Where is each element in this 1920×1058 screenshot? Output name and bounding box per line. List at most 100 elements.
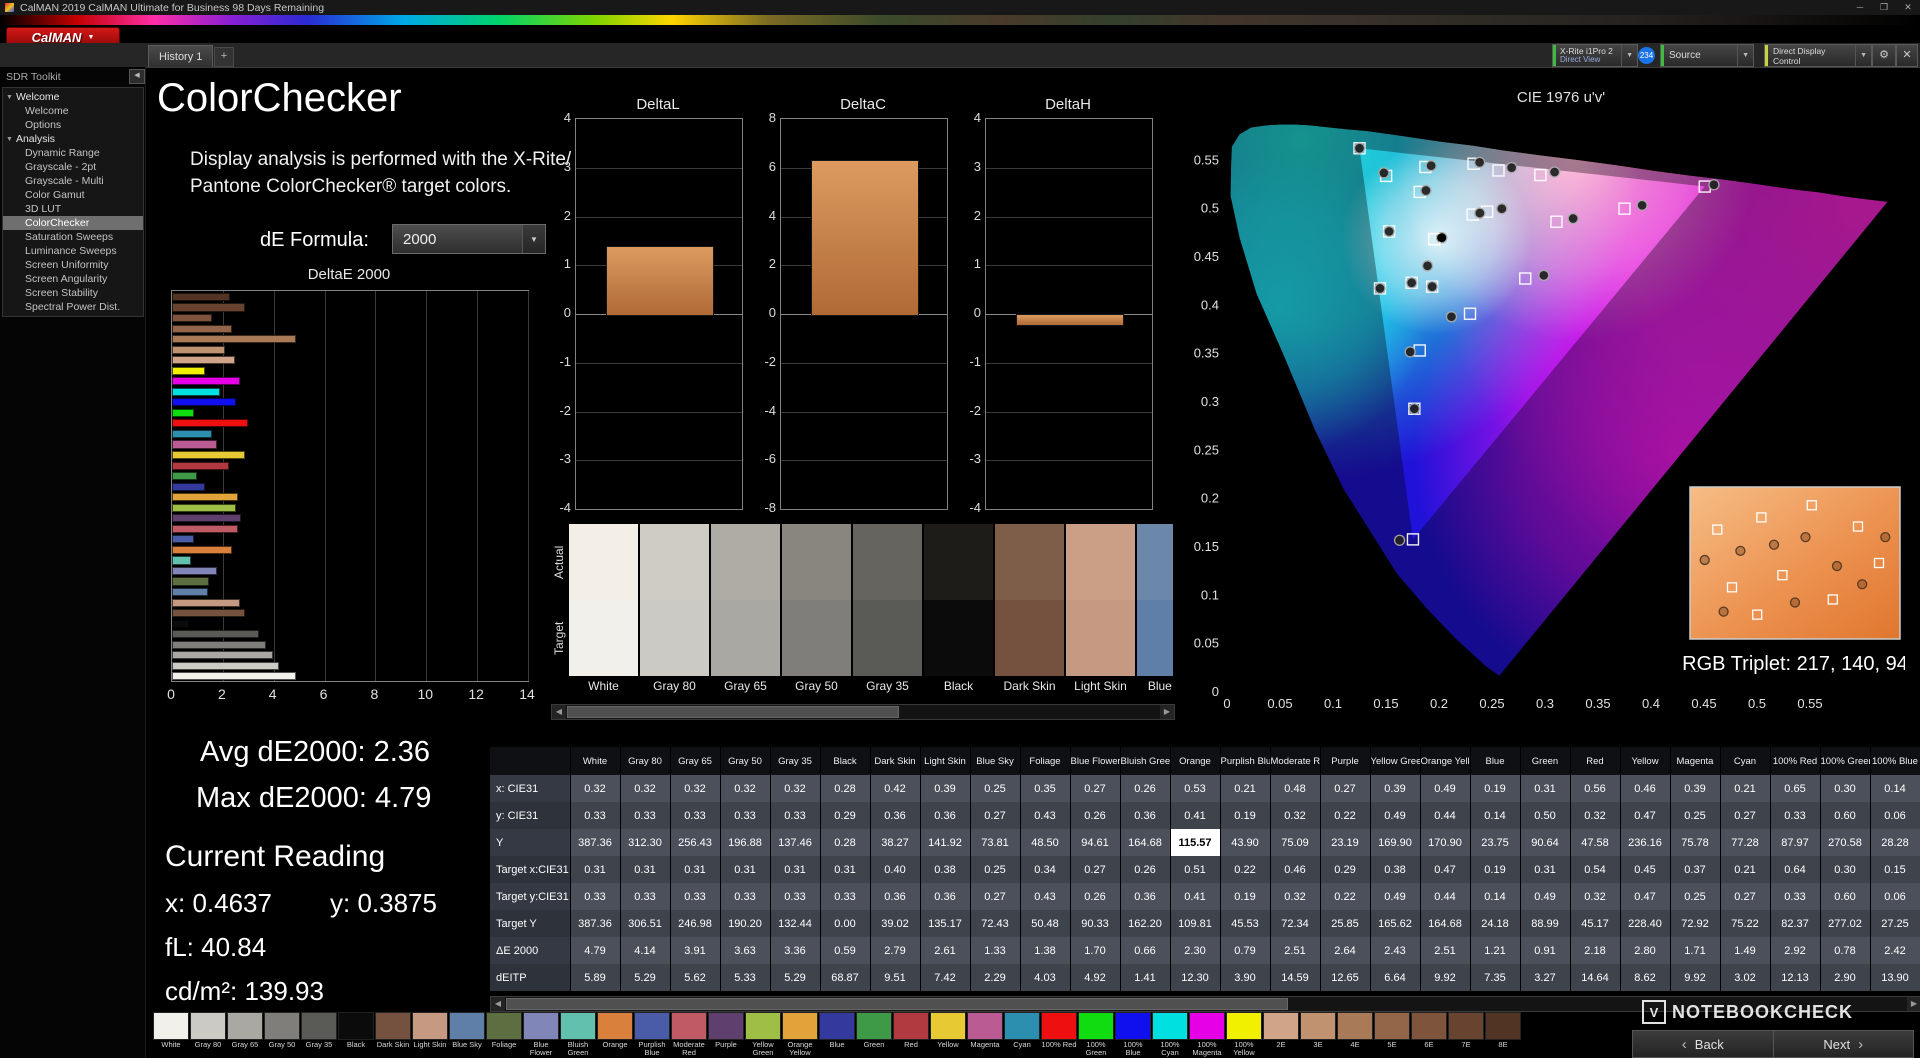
- cell-100-green-target-x-cie31[interactable]: 0.30: [1820, 856, 1871, 883]
- cell-blue-y[interactable]: 23.75: [1470, 829, 1521, 856]
- cell-white-target-y[interactable]: 387.36: [570, 910, 621, 937]
- meter-dropdown[interactable]: X-Rite i1Pro 2 Direct View ▼: [1552, 44, 1638, 67]
- cell-gray-50-target-x-cie31[interactable]: 0.31: [720, 856, 771, 883]
- cell-orange-yellow-y-cie31[interactable]: 0.44: [1420, 802, 1471, 829]
- cell-moderate-red-target-y[interactable]: 72.34: [1270, 910, 1321, 937]
- scrollbar-handle[interactable]: [506, 998, 1288, 1010]
- cell-foliage-y-cie31[interactable]: 0.43: [1020, 802, 1071, 829]
- sidebar-item-grayscale-multi[interactable]: Grayscale - Multi: [3, 174, 143, 188]
- cell-green-target-x-cie31[interactable]: 0.31: [1520, 856, 1571, 883]
- cell-blue-target-y[interactable]: 24.18: [1470, 910, 1521, 937]
- column-header-red[interactable]: Red: [1570, 747, 1621, 775]
- column-header-moderate-red[interactable]: Moderate Red: [1270, 747, 1321, 775]
- cell-moderate-red-target-x-cie31[interactable]: 0.46: [1270, 856, 1321, 883]
- scroll-right-icon[interactable]: ▶: [1160, 705, 1174, 719]
- cell-orange-y-cie31[interactable]: 0.41: [1170, 802, 1221, 829]
- cell-100-blue-target-x-cie31[interactable]: 0.15: [1870, 856, 1920, 883]
- cell-gray-65-e-2000[interactable]: 3.91: [670, 937, 721, 964]
- cell-gray-80-deitp[interactable]: 5.29: [620, 964, 671, 991]
- column-header-blue[interactable]: Blue: [1470, 747, 1521, 775]
- swatch-gray-80[interactable]: Gray 80: [640, 524, 709, 700]
- cell-red-e-2000[interactable]: 2.18: [1570, 937, 1621, 964]
- column-header-purplish-blue[interactable]: Purplish Blue: [1220, 747, 1271, 775]
- strip-swatch-100-magenta[interactable]: 100% Magenta: [1189, 1012, 1225, 1058]
- sidebar-group-analysis[interactable]: ▼ Analysis: [3, 132, 143, 146]
- cell-cyan-deitp[interactable]: 3.02: [1720, 964, 1771, 991]
- cell-white-y-cie31[interactable]: 0.33: [570, 802, 621, 829]
- column-header-100-blue[interactable]: 100% Blue: [1870, 747, 1920, 775]
- cell-blue-sky-target-y[interactable]: 72.43: [970, 910, 1021, 937]
- sidebar-item-screen-stability[interactable]: Screen Stability: [3, 286, 143, 300]
- cell-blue-sky-target-x-cie31[interactable]: 0.25: [970, 856, 1021, 883]
- cell-magenta-target-y-cie31[interactable]: 0.25: [1670, 883, 1721, 910]
- minimize-icon[interactable]: ─: [1848, 0, 1872, 15]
- cell-green-y[interactable]: 90.64: [1520, 829, 1571, 856]
- strip-swatch-white[interactable]: White: [153, 1012, 189, 1058]
- column-header-black[interactable]: Black: [820, 747, 871, 775]
- swatch-blue-sky[interactable]: Blue Sky: [1137, 524, 1173, 700]
- cell-gray-80-e-2000[interactable]: 4.14: [620, 937, 671, 964]
- cell-100-red-x-cie31[interactable]: 0.65: [1770, 775, 1821, 802]
- cell-moderate-red-deitp[interactable]: 14.59: [1270, 964, 1321, 991]
- cell-gray-65-x-cie31[interactable]: 0.32: [670, 775, 721, 802]
- strip-swatch-magenta[interactable]: Magenta: [967, 1012, 1003, 1058]
- cell-yellow-target-y-cie31[interactable]: 0.47: [1620, 883, 1671, 910]
- cell-moderate-red-x-cie31[interactable]: 0.48: [1270, 775, 1321, 802]
- column-header-100-red[interactable]: 100% Red: [1770, 747, 1821, 775]
- sidebar-item-screen-angularity[interactable]: Screen Angularity: [3, 272, 143, 286]
- cell-light-skin-e-2000[interactable]: 2.61: [920, 937, 971, 964]
- strip-swatch-7e[interactable]: 7E: [1448, 1012, 1484, 1058]
- cell-100-green-y-cie31[interactable]: 0.60: [1820, 802, 1871, 829]
- cell-foliage-target-y[interactable]: 50.48: [1020, 910, 1071, 937]
- cell-purple-e-2000[interactable]: 2.64: [1320, 937, 1371, 964]
- cell-magenta-target-y[interactable]: 72.92: [1670, 910, 1721, 937]
- strip-swatch-100-cyan[interactable]: 100% Cyan: [1152, 1012, 1188, 1058]
- cell-black-e-2000[interactable]: 0.59: [820, 937, 871, 964]
- cell-100-blue-target-y-cie31[interactable]: 0.06: [1870, 883, 1920, 910]
- maximize-icon[interactable]: ❐: [1872, 0, 1896, 15]
- cell-orange-target-y[interactable]: 109.81: [1170, 910, 1221, 937]
- cell-orange-yellow-deitp[interactable]: 9.92: [1420, 964, 1471, 991]
- strip-swatch-foliage[interactable]: Foliage: [486, 1012, 522, 1058]
- strip-swatch-gray-50[interactable]: Gray 50: [264, 1012, 300, 1058]
- column-header-orange-yellow[interactable]: Orange Yellow: [1420, 747, 1471, 775]
- column-header-100-green[interactable]: 100% Green: [1820, 747, 1871, 775]
- cell-light-skin-x-cie31[interactable]: 0.39: [920, 775, 971, 802]
- cell-gray-80-target-x-cie31[interactable]: 0.31: [620, 856, 671, 883]
- cell-orange-yellow-y[interactable]: 170.90: [1420, 829, 1471, 856]
- cell-black-target-x-cie31[interactable]: 0.31: [820, 856, 871, 883]
- column-header-purple[interactable]: Purple: [1320, 747, 1371, 775]
- cell-100-red-y[interactable]: 87.97: [1770, 829, 1821, 856]
- cell-magenta-e-2000[interactable]: 1.71: [1670, 937, 1721, 964]
- cell-yellow-green-e-2000[interactable]: 2.43: [1370, 937, 1421, 964]
- cell-red-target-y[interactable]: 45.17: [1570, 910, 1621, 937]
- cell-cyan-y-cie31[interactable]: 0.27: [1720, 802, 1771, 829]
- source-dropdown[interactable]: Source ▼: [1660, 44, 1754, 67]
- cell-gray-65-target-y[interactable]: 246.98: [670, 910, 721, 937]
- cell-light-skin-target-x-cie31[interactable]: 0.38: [920, 856, 971, 883]
- swatch-white[interactable]: White: [569, 524, 638, 700]
- cell-light-skin-target-y-cie31[interactable]: 0.36: [920, 883, 971, 910]
- strip-swatch-red[interactable]: Red: [893, 1012, 929, 1058]
- swatch-scrollbar[interactable]: ◀ ▶: [551, 704, 1175, 720]
- cell-100-green-target-y-cie31[interactable]: 0.60: [1820, 883, 1871, 910]
- strip-swatch-blue[interactable]: Blue: [819, 1012, 855, 1058]
- scroll-left-icon[interactable]: ◀: [491, 997, 505, 1011]
- cell-100-green-y[interactable]: 270.58: [1820, 829, 1871, 856]
- cell-purple-y[interactable]: 23.19: [1320, 829, 1371, 856]
- cell-black-y[interactable]: 0.28: [820, 829, 871, 856]
- cell-gray-80-y[interactable]: 312.30: [620, 829, 671, 856]
- cell-purplish-blue-x-cie31[interactable]: 0.21: [1220, 775, 1271, 802]
- column-header-gray-65[interactable]: Gray 65: [670, 747, 721, 775]
- sidebar-collapse-icon[interactable]: ◀: [129, 69, 145, 84]
- cell-yellow-target-x-cie31[interactable]: 0.45: [1620, 856, 1671, 883]
- swatch-gray-35[interactable]: Gray 35: [853, 524, 922, 700]
- cell-100-red-target-x-cie31[interactable]: 0.64: [1770, 856, 1821, 883]
- strip-swatch-orange-yellow[interactable]: Orange Yellow: [782, 1012, 818, 1058]
- cell-bluish-green-x-cie31[interactable]: 0.26: [1120, 775, 1171, 802]
- cell-gray-35-x-cie31[interactable]: 0.32: [770, 775, 821, 802]
- column-header-magenta[interactable]: Magenta: [1670, 747, 1721, 775]
- sidebar-item-spectral-power-dist[interactable]: Spectral Power Dist.: [3, 300, 143, 314]
- cell-100-blue-y[interactable]: 28.28: [1870, 829, 1920, 856]
- cell-blue-sky-deitp[interactable]: 2.29: [970, 964, 1021, 991]
